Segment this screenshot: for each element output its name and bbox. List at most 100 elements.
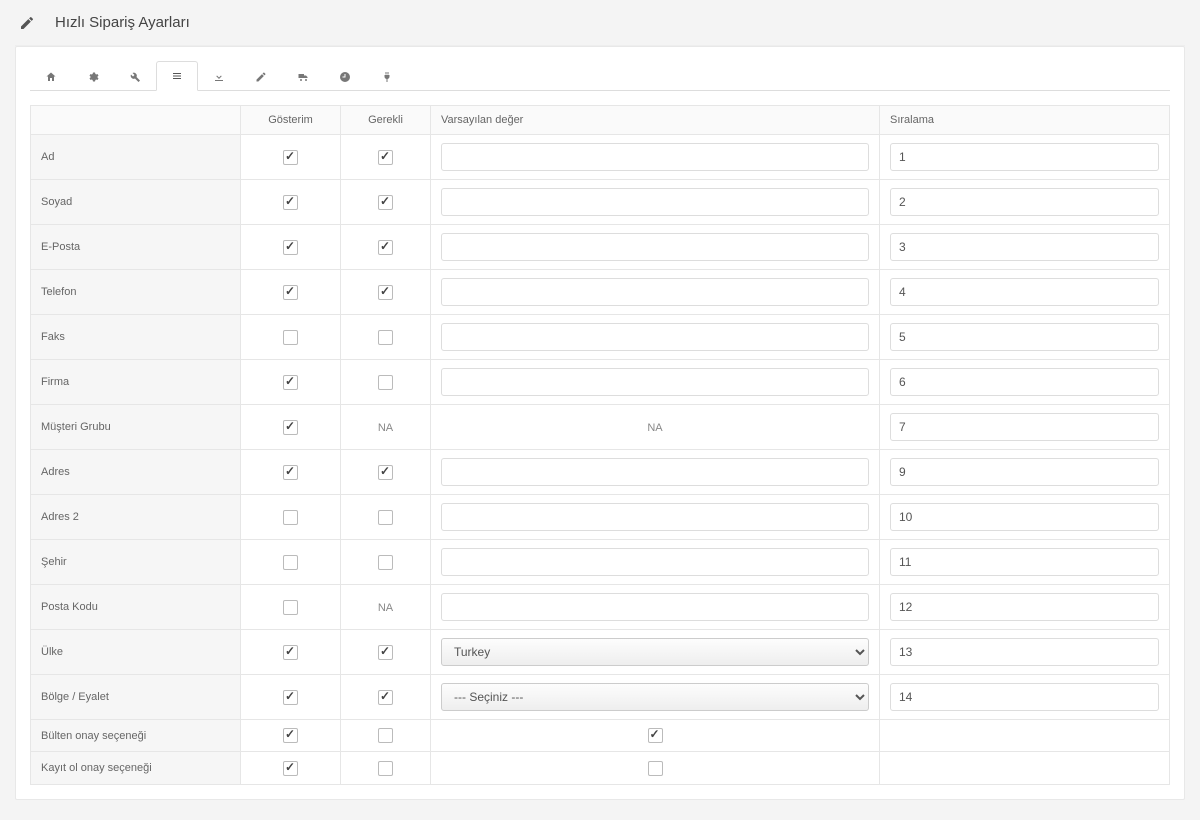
- default-input[interactable]: [441, 458, 869, 486]
- sort-input[interactable]: [890, 548, 1159, 576]
- tab-download[interactable]: [198, 61, 240, 91]
- cell-required: NA: [341, 405, 431, 450]
- show-checkbox[interactable]: [283, 150, 298, 165]
- sort-input[interactable]: [890, 413, 1159, 441]
- required-checkbox[interactable]: [378, 240, 393, 255]
- sort-input[interactable]: [890, 368, 1159, 396]
- sort-input[interactable]: [890, 503, 1159, 531]
- default-input[interactable]: [441, 143, 869, 171]
- required-checkbox[interactable]: [378, 330, 393, 345]
- default-select[interactable]: --- Seçiniz ---: [441, 683, 869, 711]
- cell-default: [431, 225, 880, 270]
- default-checkbox[interactable]: [648, 761, 663, 776]
- header-show: Gösterim: [241, 106, 341, 135]
- page-header: Hızlı Sipariş Ayarları: [15, 0, 1185, 46]
- cell-sort: [880, 630, 1170, 675]
- cell-sort: [880, 495, 1170, 540]
- cell-required: [341, 180, 431, 225]
- cell-sort: [880, 225, 1170, 270]
- tab-gear[interactable]: [72, 61, 114, 91]
- default-input[interactable]: [441, 593, 869, 621]
- required-checkbox[interactable]: [378, 150, 393, 165]
- cell-required: [341, 450, 431, 495]
- sort-input[interactable]: [890, 188, 1159, 216]
- table-row: Posta KoduNA: [31, 585, 1170, 630]
- row-label: Faks: [31, 315, 241, 360]
- tab-plug[interactable]: [366, 61, 408, 91]
- show-checkbox[interactable]: [283, 375, 298, 390]
- required-checkbox[interactable]: [378, 555, 393, 570]
- table-row: Ad: [31, 135, 1170, 180]
- cell-default: [431, 270, 880, 315]
- default-input[interactable]: [441, 548, 869, 576]
- tab-list[interactable]: [156, 61, 198, 91]
- default-select[interactable]: Turkey: [441, 638, 869, 666]
- table-header-row: Gösterim Gerekli Varsayılan değer Sırala…: [31, 106, 1170, 135]
- cell-sort: [880, 180, 1170, 225]
- row-label: Soyad: [31, 180, 241, 225]
- truck-icon: [297, 71, 309, 83]
- sort-input[interactable]: [890, 638, 1159, 666]
- sort-input[interactable]: [890, 143, 1159, 171]
- show-checkbox[interactable]: [283, 195, 298, 210]
- cell-default: [431, 752, 880, 784]
- tab-home[interactable]: [30, 61, 72, 91]
- table-row: Soyad: [31, 180, 1170, 225]
- clock-icon: [339, 71, 351, 83]
- na-text: NA: [647, 422, 662, 434]
- row-label: Bülten onay seçeneği: [31, 720, 241, 752]
- table-row: Telefon: [31, 270, 1170, 315]
- cell-default: [431, 450, 880, 495]
- header-required: Gerekli: [341, 106, 431, 135]
- default-input[interactable]: [441, 368, 869, 396]
- sort-input[interactable]: [890, 233, 1159, 261]
- tab-truck[interactable]: [282, 61, 324, 91]
- show-checkbox[interactable]: [283, 728, 298, 743]
- required-checkbox[interactable]: [378, 761, 393, 776]
- cell-default: [431, 135, 880, 180]
- default-input[interactable]: [441, 188, 869, 216]
- show-checkbox[interactable]: [283, 761, 298, 776]
- cell-show: [241, 405, 341, 450]
- show-checkbox[interactable]: [283, 330, 298, 345]
- cell-show: [241, 450, 341, 495]
- required-checkbox[interactable]: [378, 465, 393, 480]
- required-checkbox[interactable]: [378, 285, 393, 300]
- row-label: Firma: [31, 360, 241, 405]
- sort-input[interactable]: [890, 278, 1159, 306]
- default-input[interactable]: [441, 503, 869, 531]
- header-sort: Sıralama: [880, 106, 1170, 135]
- show-checkbox[interactable]: [283, 555, 298, 570]
- cell-required: [341, 675, 431, 720]
- cell-required: [341, 752, 431, 784]
- show-checkbox[interactable]: [283, 645, 298, 660]
- show-checkbox[interactable]: [283, 285, 298, 300]
- sort-input[interactable]: [890, 323, 1159, 351]
- tab-edit[interactable]: [240, 61, 282, 91]
- tab-clock[interactable]: [324, 61, 366, 91]
- required-checkbox[interactable]: [378, 510, 393, 525]
- show-checkbox[interactable]: [283, 240, 298, 255]
- required-checkbox[interactable]: [378, 375, 393, 390]
- default-input[interactable]: [441, 323, 869, 351]
- default-input[interactable]: [441, 278, 869, 306]
- sort-input[interactable]: [890, 593, 1159, 621]
- cell-show: [241, 585, 341, 630]
- row-label: Şehir: [31, 540, 241, 585]
- table-row: E-Posta: [31, 225, 1170, 270]
- default-input[interactable]: [441, 233, 869, 261]
- required-checkbox[interactable]: [378, 645, 393, 660]
- table-row: Firma: [31, 360, 1170, 405]
- required-checkbox[interactable]: [378, 728, 393, 743]
- show-checkbox[interactable]: [283, 600, 298, 615]
- sort-input[interactable]: [890, 683, 1159, 711]
- show-checkbox[interactable]: [283, 420, 298, 435]
- required-checkbox[interactable]: [378, 195, 393, 210]
- show-checkbox[interactable]: [283, 510, 298, 525]
- cell-show: [241, 180, 341, 225]
- sort-input[interactable]: [890, 458, 1159, 486]
- show-checkbox[interactable]: [283, 465, 298, 480]
- default-checkbox[interactable]: [648, 728, 663, 743]
- cell-sort: [880, 315, 1170, 360]
- tab-wrench[interactable]: [114, 61, 156, 91]
